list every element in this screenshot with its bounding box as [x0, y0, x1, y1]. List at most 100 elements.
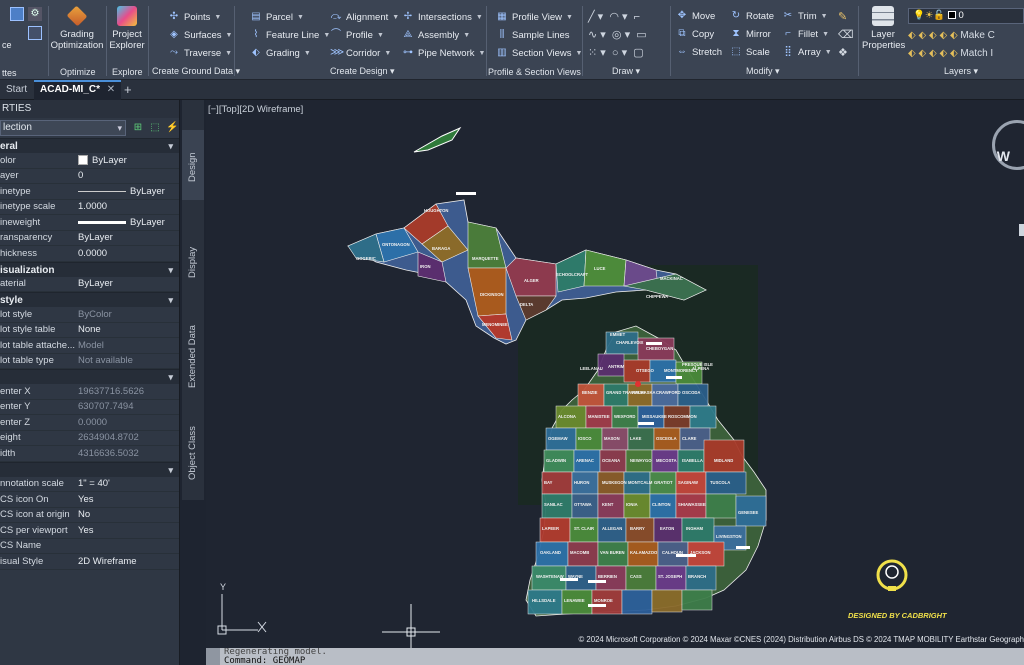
property-row[interactable]: inetype scale 1.0000 — [0, 200, 179, 215]
move-button[interactable]: ✥ Move — [676, 8, 715, 24]
corridor-menu[interactable]: ⋙ Corridor ▼ — [330, 45, 391, 61]
arc-tool-icon[interactable]: ◠ ▾ — [609, 11, 627, 23]
new-tab-button[interactable]: + — [118, 80, 138, 100]
select-objects-icon[interactable]: ⬚ — [149, 122, 161, 134]
property-row[interactable]: ransparency ByLayer — [0, 231, 179, 246]
layer-tool-icon[interactable]: ⬖ — [929, 30, 937, 41]
feature-line-menu[interactable]: ⌇ Feature Line ▼ — [250, 27, 331, 43]
profile-view-menu[interactable]: ▦ Profile View ▼ — [496, 9, 573, 25]
property-row[interactable]: hickness 0.0000 — [0, 246, 179, 262]
property-row[interactable]: lot style table None — [0, 323, 179, 338]
property-row[interactable]: idth 4316636.5032 — [0, 446, 179, 462]
settings-icon[interactable]: ⚙ — [28, 7, 42, 21]
layer-properties-button[interactable]: Layer Properties — [862, 6, 905, 51]
group-title-layers[interactable]: Layers ▾ — [944, 66, 978, 77]
property-value[interactable]: 1.0000 — [76, 201, 179, 212]
tab-extended-data[interactable]: Extended Data — [182, 310, 204, 400]
property-section-header[interactable]: style — [0, 292, 179, 308]
property-row[interactable]: CS Name — [0, 539, 179, 554]
property-value[interactable]: ByLayer — [76, 278, 179, 289]
property-row[interactable]: enter X 19637716.5626 — [0, 384, 179, 400]
tab-design[interactable]: Design — [182, 130, 204, 200]
property-value[interactable]: 1" = 40' — [76, 478, 179, 489]
parcel-menu[interactable]: ▤ Parcel ▼ — [250, 9, 304, 25]
tab-display[interactable]: Display — [182, 220, 204, 290]
property-value[interactable]: Yes — [76, 525, 179, 536]
quick-select-icon[interactable]: ⚡ — [166, 122, 178, 134]
toggle-pickadd-icon[interactable]: ⊞ — [132, 122, 144, 134]
group-title-create-design[interactable]: Create Design ▾ — [330, 66, 395, 77]
circle-tool-icon[interactable]: ○ ▾ — [612, 47, 627, 59]
property-row[interactable]: ineweight ByLayer — [0, 215, 179, 231]
property-value[interactable]: ByLayer — [76, 155, 179, 166]
property-value[interactable]: ByLayer — [76, 232, 179, 243]
property-value[interactable]: Yes — [76, 494, 179, 505]
stretch-button[interactable]: ⇔ Stretch — [676, 44, 722, 60]
mirror-button[interactable]: ⧗ Mirror — [730, 26, 770, 42]
navbar-slot[interactable] — [1019, 224, 1024, 236]
tab-object-class[interactable]: Object Class — [182, 410, 204, 490]
property-row[interactable]: olor ByLayer — [0, 153, 179, 169]
profile-menu[interactable]: ⌒ Profile ▼ — [330, 27, 384, 43]
property-row[interactable]: enter Z 0.0000 — [0, 415, 179, 431]
property-row[interactable]: CS icon On Yes — [0, 492, 179, 508]
scale-button[interactable]: ⬚ Scale — [730, 44, 770, 60]
layer-tool-icon[interactable]: ⬖ — [918, 30, 926, 41]
drawing-viewport[interactable]: [−][Top][2D Wireframe] ONTONAGON HOUGHTO… — [206, 100, 1024, 648]
property-row[interactable]: lot table type Not available — [0, 354, 179, 369]
property-section-header[interactable]: isualization — [0, 261, 179, 278]
hatch-tool-icon[interactable]: ◎ ▾ — [612, 29, 630, 41]
layer-tool-icon[interactable]: ⬖ — [939, 30, 947, 41]
tab-start[interactable]: Start — [0, 80, 33, 100]
spline-tool-icon[interactable]: ∿ ▾ — [588, 29, 606, 41]
points-menu[interactable]: ✣ Points ▼ — [168, 9, 222, 25]
layer-tool-icon[interactable]: ⬖ — [908, 30, 916, 41]
property-value[interactable]: ByLayer — [76, 217, 179, 228]
grading-menu[interactable]: ⬖ Grading ▼ — [250, 45, 311, 61]
selection-dropdown[interactable]: lection — [0, 120, 126, 136]
points-tool-icon[interactable]: ⁙ ▾ — [588, 47, 606, 59]
project-explorer-button[interactable]: Project Explorer — [108, 6, 146, 51]
array-menu[interactable]: ⣿ Array ▼ — [782, 44, 831, 60]
rectangle-tool-icon[interactable]: ▭ — [636, 29, 646, 41]
property-value[interactable]: 0 — [76, 170, 179, 181]
property-value[interactable]: ByLayer — [76, 186, 179, 197]
grading-optimization-button[interactable]: Grading Optimization — [50, 5, 104, 51]
fillet-menu[interactable]: ⌐ Fillet ▼ — [782, 26, 829, 42]
compass-west-label[interactable]: W — [997, 148, 1010, 164]
property-row[interactable]: isual Style 2D Wireframe — [0, 554, 179, 570]
sample-lines-button[interactable]: ⫼ Sample Lines — [496, 27, 570, 43]
group-title-create-ground-data[interactable]: Create Ground Data ▾ — [152, 66, 240, 77]
close-icon[interactable]: ✕ — [107, 84, 115, 95]
property-section-header[interactable] — [0, 461, 179, 478]
property-value[interactable]: 2D Wireframe — [76, 556, 179, 567]
explode-icon[interactable]: ❖ — [838, 47, 848, 59]
layer-tool-icon[interactable]: ⬖ — [918, 48, 926, 59]
section-views-menu[interactable]: ▥ Section Views ▼ — [496, 45, 582, 61]
tab-drawing[interactable]: ACAD-MI_C* ✕ — [34, 80, 122, 100]
property-row[interactable]: enter Y 630707.7494 — [0, 400, 179, 415]
property-row[interactable]: aterial ByLayer — [0, 277, 179, 292]
property-value[interactable]: No — [76, 509, 179, 520]
copy-button[interactable]: ⧉ Copy — [676, 26, 714, 42]
pencil-icon[interactable]: ✎ — [838, 11, 847, 23]
palette-icon[interactable] — [10, 7, 24, 21]
group-title-modify[interactable]: Modify ▾ — [746, 66, 780, 77]
property-value[interactable]: 0.0000 — [76, 248, 179, 259]
grid-icon[interactable] — [28, 26, 42, 40]
surfaces-menu[interactable]: ◈ Surfaces ▼ — [168, 27, 232, 43]
region-tool-icon[interactable]: ▢ — [633, 47, 643, 59]
command-line[interactable]: Regenerating model. Command: GEOMAP — [206, 648, 1024, 665]
property-row[interactable]: lot table attache... Model — [0, 338, 179, 354]
trim-menu[interactable]: ✂ Trim ▼ — [782, 8, 828, 24]
layer-tool-icon[interactable]: ⬖ — [939, 48, 947, 59]
alignment-menu[interactable]: ⤼ Alignment ▼ — [330, 9, 400, 25]
traverse-menu[interactable]: ⤳ Traverse ▼ — [168, 45, 232, 61]
make-current-button[interactable]: Make C — [960, 30, 994, 41]
intersections-menu[interactable]: ✢ Intersections ▼ — [402, 9, 483, 25]
property-row[interactable]: eight 2634904.8702 — [0, 431, 179, 446]
property-value[interactable]: None — [76, 324, 179, 335]
assembly-menu[interactable]: ⟁ Assembly ▼ — [402, 27, 471, 43]
command-drag-handle[interactable] — [206, 648, 220, 665]
property-row[interactable]: CS per viewport Yes — [0, 523, 179, 539]
